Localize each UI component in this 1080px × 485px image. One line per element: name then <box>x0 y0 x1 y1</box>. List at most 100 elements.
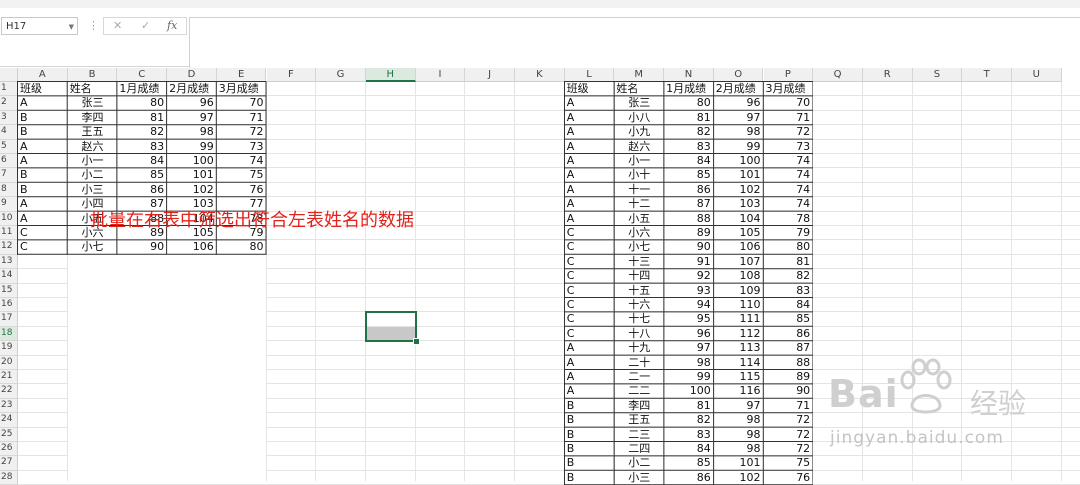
column-header[interactable]: Q <box>813 68 863 82</box>
table-cell[interactable]: 81 <box>664 399 714 413</box>
table-cell[interactable]: 82 <box>764 269 814 283</box>
row-header[interactable]: 5 <box>0 139 18 154</box>
table-cell[interactable]: 99 <box>714 140 764 154</box>
row-header[interactable]: 18 <box>0 326 18 342</box>
table-cell[interactable]: 96 <box>714 96 764 110</box>
table-cell[interactable]: 李四 <box>614 399 664 413</box>
table-cell[interactable]: A <box>18 197 68 211</box>
fx-icon[interactable]: fx <box>167 19 177 32</box>
table-cell[interactable]: 二三 <box>614 428 664 442</box>
table-cell[interactable]: 106 <box>714 240 764 254</box>
table-cell[interactable]: 101 <box>714 456 764 470</box>
table-cell[interactable]: A <box>18 212 68 226</box>
table-cell[interactable]: A <box>565 140 615 154</box>
table-cell[interactable]: 92 <box>664 269 714 283</box>
table-cell[interactable]: 96 <box>664 327 714 341</box>
table-cell[interactable]: C <box>18 226 68 240</box>
selection-border[interactable] <box>364 311 417 343</box>
table-cell[interactable]: 84 <box>764 298 814 312</box>
table-header-cell[interactable]: 姓名 <box>614 82 664 96</box>
table-cell[interactable]: 101 <box>167 168 217 182</box>
row-header[interactable]: 10 <box>0 211 18 226</box>
row-header[interactable]: 8 <box>0 182 18 198</box>
column-header[interactable]: B <box>67 68 118 82</box>
table-cell[interactable]: 小八 <box>614 111 664 125</box>
table-cell[interactable]: A <box>565 384 615 398</box>
table-cell[interactable]: 81 <box>764 255 814 269</box>
table-cell[interactable]: 75 <box>217 168 267 182</box>
column-header[interactable]: T <box>962 68 1012 82</box>
table-cell[interactable]: 112 <box>714 327 764 341</box>
table-cell[interactable]: 赵六 <box>68 140 118 154</box>
column-header[interactable]: G <box>316 68 366 82</box>
table-cell[interactable]: B <box>565 413 615 427</box>
table-cell[interactable]: 70 <box>764 96 814 110</box>
table-cell[interactable]: 116 <box>714 384 764 398</box>
table-cell[interactable]: 78 <box>764 212 814 226</box>
table-cell[interactable]: 小一 <box>614 154 664 168</box>
table-cell[interactable]: 小十 <box>614 168 664 182</box>
table-cell[interactable]: 76 <box>764 471 814 485</box>
table-cell[interactable]: 小二 <box>614 456 664 470</box>
table-cell[interactable]: B <box>565 442 615 456</box>
column-header[interactable]: K <box>515 68 565 82</box>
table-cell[interactable]: 84 <box>664 442 714 456</box>
table-cell[interactable]: 80 <box>117 96 167 110</box>
table-cell[interactable]: C <box>565 226 615 240</box>
table-cell[interactable]: 84 <box>117 154 167 168</box>
table-cell[interactable]: 83 <box>664 140 714 154</box>
table-cell[interactable]: 108 <box>714 269 764 283</box>
table-cell[interactable]: B <box>565 471 615 485</box>
table-cell[interactable]: C <box>565 255 615 269</box>
row-header[interactable]: 27 <box>0 456 18 471</box>
table-cell[interactable]: A <box>565 370 615 384</box>
table-cell[interactable]: 80 <box>664 96 714 110</box>
table-cell[interactable]: 74 <box>217 154 267 168</box>
row-header[interactable]: 26 <box>0 442 18 457</box>
table-cell[interactable]: 98 <box>167 125 217 139</box>
column-header[interactable]: U <box>1012 68 1062 82</box>
table-cell[interactable]: B <box>18 125 68 139</box>
table-cell[interactable]: 90 <box>117 240 167 254</box>
column-header[interactable]: D <box>167 68 217 82</box>
table-cell[interactable]: 114 <box>714 356 764 370</box>
table-cell[interactable]: A <box>565 111 615 125</box>
table-cell[interactable]: 小一 <box>68 154 118 168</box>
table-cell[interactable]: A <box>565 356 615 370</box>
table-cell[interactable]: 103 <box>714 197 764 211</box>
table-cell[interactable]: 71 <box>764 399 814 413</box>
table-cell[interactable]: C <box>565 284 615 298</box>
table-cell[interactable]: 十七 <box>614 312 664 326</box>
table-cell[interactable]: 111 <box>714 312 764 326</box>
table-cell[interactable]: C <box>18 240 68 254</box>
table-cell[interactable]: 89 <box>764 370 814 384</box>
table-cell[interactable]: 十六 <box>614 298 664 312</box>
table-cell[interactable]: 101 <box>714 168 764 182</box>
table-header-cell[interactable]: 1月成绩 <box>664 82 714 96</box>
table-cell[interactable]: 72 <box>764 428 814 442</box>
table-cell[interactable]: 106 <box>167 240 217 254</box>
column-header[interactable]: A <box>18 68 68 82</box>
table-cell[interactable]: C <box>565 240 615 254</box>
table-cell[interactable]: 102 <box>167 183 217 197</box>
table-cell[interactable]: 87 <box>764 341 814 355</box>
table-cell[interactable]: A <box>565 341 615 355</box>
row-header[interactable]: 14 <box>0 269 18 284</box>
table-cell[interactable]: 86 <box>664 471 714 485</box>
table-header-cell[interactable]: 1月成绩 <box>117 82 167 96</box>
chevron-down-icon[interactable]: ▼ <box>69 18 74 36</box>
row-header[interactable]: 1 <box>0 82 18 97</box>
table-cell[interactable]: B <box>18 183 68 197</box>
table-cell[interactable]: 97 <box>714 111 764 125</box>
table-cell[interactable]: 王五 <box>614 413 664 427</box>
table-cell[interactable]: 100 <box>167 154 217 168</box>
table-cell[interactable]: 十一 <box>614 183 664 197</box>
table-cell[interactable]: 91 <box>664 255 714 269</box>
table-cell[interactable]: 70 <box>217 96 267 110</box>
table-cell[interactable]: 赵六 <box>614 140 664 154</box>
table-cell[interactable]: 李四 <box>68 111 118 125</box>
table-cell[interactable]: 十五 <box>614 284 664 298</box>
row-header[interactable]: 25 <box>0 427 18 442</box>
table-cell[interactable]: A <box>565 212 615 226</box>
table-cell[interactable]: 86 <box>764 327 814 341</box>
